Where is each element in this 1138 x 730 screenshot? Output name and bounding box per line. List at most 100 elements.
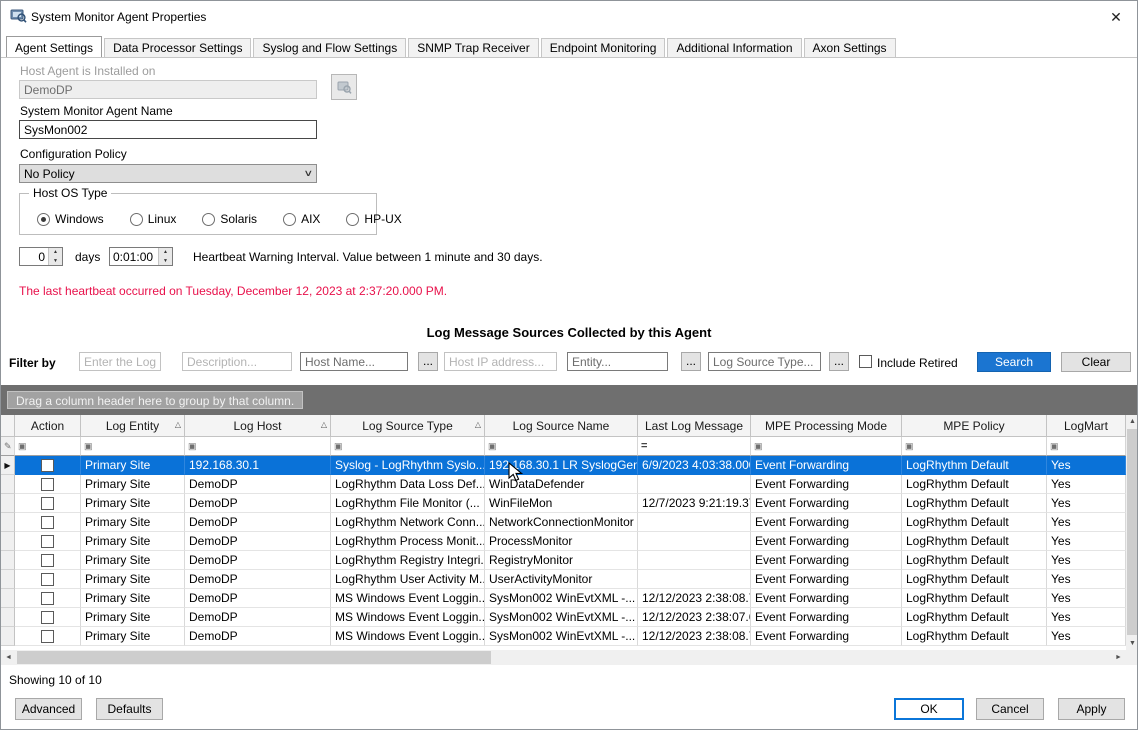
entity-filter-input[interactable] [567, 352, 668, 371]
column-header-mpe-policy[interactable]: MPE Policy [902, 415, 1047, 437]
table-row[interactable]: Primary Site DemoDP LogRhythm Process Mo… [1, 532, 1126, 551]
horizontal-scroll-thumb[interactable] [17, 651, 491, 664]
column-header-action[interactable]: Action [15, 415, 81, 437]
spin-up-icon[interactable]: ▲ [159, 248, 172, 257]
row-checkbox[interactable] [41, 630, 54, 643]
column-header-last-log-message[interactable]: Last Log Message [638, 415, 751, 437]
row-checkbox[interactable] [41, 516, 54, 529]
cell-logmart[interactable]: Yes [1047, 456, 1126, 475]
tab-endpoint-monitoring[interactable]: Endpoint Monitoring [541, 38, 666, 57]
ok-button[interactable]: OK [894, 698, 964, 720]
agent-name-field[interactable] [19, 120, 317, 139]
cell-last-log-message[interactable]: 12/7/2023 9:21:19.37... [638, 494, 751, 513]
filter-cell-log-source-type[interactable]: ▣ [331, 437, 485, 456]
cell-mpe-policy[interactable]: LogRhythm Default [902, 475, 1047, 494]
filter-cell-action[interactable]: ▣ [15, 437, 81, 456]
cell-log-host[interactable]: DemoDP [185, 570, 331, 589]
row-checkbox[interactable] [41, 535, 54, 548]
close-icon[interactable]: ✕ [1105, 7, 1127, 27]
row-action-cell[interactable] [15, 456, 81, 475]
defaults-button[interactable]: Defaults [96, 698, 163, 720]
row-action-cell[interactable] [15, 494, 81, 513]
cell-last-log-message[interactable] [638, 551, 751, 570]
cell-log-host[interactable]: DemoDP [185, 532, 331, 551]
cell-log-source-name[interactable]: WinFileMon [485, 494, 638, 513]
row-checkbox[interactable] [41, 611, 54, 624]
grid-vertical-scrollbar[interactable]: ▲ ▼ [1126, 415, 1138, 650]
cell-log-source-type[interactable]: LogRhythm Registry Integri... [331, 551, 485, 570]
table-row[interactable]: Primary Site DemoDP LogRhythm Registry I… [1, 551, 1126, 570]
radio-option-windows[interactable]: Windows [37, 212, 104, 226]
cell-mpe-policy[interactable]: LogRhythm Default [902, 627, 1047, 646]
tab-snmp-trap-receiver[interactable]: SNMP Trap Receiver [408, 38, 538, 57]
tab-data-processor-settings[interactable]: Data Processor Settings [104, 38, 251, 57]
row-selector-cell[interactable] [1, 551, 15, 570]
cell-mpe-policy[interactable]: LogRhythm Default [902, 513, 1047, 532]
row-selector-cell[interactable] [1, 589, 15, 608]
cell-logmart[interactable]: Yes [1047, 513, 1126, 532]
include-retired-checkbox[interactable] [859, 355, 872, 368]
filter-cell-mpe-policy[interactable]: ▣ [902, 437, 1047, 456]
scroll-left-icon[interactable]: ◄ [1, 650, 16, 665]
row-action-cell[interactable] [15, 475, 81, 494]
cell-log-host[interactable]: DemoDP [185, 551, 331, 570]
scroll-right-icon[interactable]: ► [1111, 650, 1126, 665]
cell-mpe-processing-mode[interactable]: Event Forwarding [751, 475, 902, 494]
filter-cell-last-log-message[interactable]: = [638, 437, 751, 456]
cell-last-log-message[interactable]: 12/12/2023 2:38:08.7... [638, 589, 751, 608]
row-selector-cell[interactable] [1, 608, 15, 627]
column-header-mpe-processing-mode[interactable]: MPE Processing Mode [751, 415, 902, 437]
row-selector-cell[interactable] [1, 513, 15, 532]
row-selector-cell[interactable] [1, 627, 15, 646]
cell-log-entity[interactable]: Primary Site [81, 551, 185, 570]
cell-mpe-processing-mode[interactable]: Event Forwarding [751, 532, 902, 551]
entity-browse-button[interactable]: ... [681, 352, 701, 371]
cell-log-entity[interactable]: Primary Site [81, 570, 185, 589]
vertical-scroll-thumb[interactable] [1127, 429, 1138, 635]
table-row[interactable]: Primary Site DemoDP MS Windows Event Log… [1, 627, 1126, 646]
radio-option-hpux[interactable]: HP-UX [346, 212, 401, 226]
cell-mpe-policy[interactable]: LogRhythm Default [902, 570, 1047, 589]
cell-log-host[interactable]: DemoDP [185, 475, 331, 494]
host-name-filter-input[interactable] [300, 352, 408, 371]
row-action-cell[interactable] [15, 589, 81, 608]
cell-mpe-processing-mode[interactable]: Event Forwarding [751, 551, 902, 570]
cell-log-source-name[interactable]: WinDataDefender [485, 475, 638, 494]
cell-log-source-type[interactable]: LogRhythm Process Monit... [331, 532, 485, 551]
grid-horizontal-scrollbar[interactable]: ◄ ► [1, 650, 1126, 665]
log-source-filter-input[interactable] [79, 352, 161, 371]
column-header-log-entity[interactable]: Log Entity△ [81, 415, 185, 437]
cell-mpe-policy[interactable]: LogRhythm Default [902, 589, 1047, 608]
row-action-cell[interactable] [15, 551, 81, 570]
table-row[interactable]: Primary Site DemoDP MS Windows Event Log… [1, 589, 1126, 608]
cell-log-source-type[interactable]: MS Windows Event Loggin... [331, 608, 485, 627]
cell-log-source-name[interactable]: SysMon002 WinEvtXML -... [485, 589, 638, 608]
cell-logmart[interactable]: Yes [1047, 570, 1126, 589]
table-row[interactable]: Primary Site DemoDP LogRhythm User Activ… [1, 570, 1126, 589]
cell-logmart[interactable]: Yes [1047, 494, 1126, 513]
cell-mpe-policy[interactable]: LogRhythm Default [902, 456, 1047, 475]
cell-log-source-type[interactable]: MS Windows Event Loggin... [331, 627, 485, 646]
filter-cell-log-entity[interactable]: ▣ [81, 437, 185, 456]
cell-log-entity[interactable]: Primary Site [81, 589, 185, 608]
table-row[interactable]: Primary Site DemoDP LogRhythm Data Loss … [1, 475, 1126, 494]
host-name-browse-button[interactable]: ... [418, 352, 438, 371]
search-button[interactable]: Search [977, 352, 1051, 372]
tab-agent-settings[interactable]: Agent Settings [6, 36, 102, 57]
row-selector-cell[interactable] [1, 475, 15, 494]
refresh-agent-button[interactable] [331, 74, 357, 100]
row-checkbox[interactable] [41, 592, 54, 605]
cell-log-entity[interactable]: Primary Site [81, 456, 185, 475]
scroll-up-icon[interactable]: ▲ [1126, 415, 1138, 428]
tab-axon-settings[interactable]: Axon Settings [804, 38, 896, 57]
cell-last-log-message[interactable] [638, 475, 751, 494]
cell-mpe-processing-mode[interactable]: Event Forwarding [751, 494, 902, 513]
interval-stepper[interactable]: 0:01:00 ▲▼ [109, 247, 173, 266]
cell-log-source-name[interactable]: NetworkConnectionMonitor [485, 513, 638, 532]
table-row[interactable]: Primary Site DemoDP LogRhythm Network Co… [1, 513, 1126, 532]
column-header-log-host[interactable]: Log Host△ [185, 415, 331, 437]
cell-logmart[interactable]: Yes [1047, 608, 1126, 627]
column-header-log-source-name[interactable]: Log Source Name [485, 415, 638, 437]
log-source-type-filter-input[interactable] [708, 352, 821, 371]
cell-log-source-type[interactable]: Syslog - LogRhythm Syslo... [331, 456, 485, 475]
